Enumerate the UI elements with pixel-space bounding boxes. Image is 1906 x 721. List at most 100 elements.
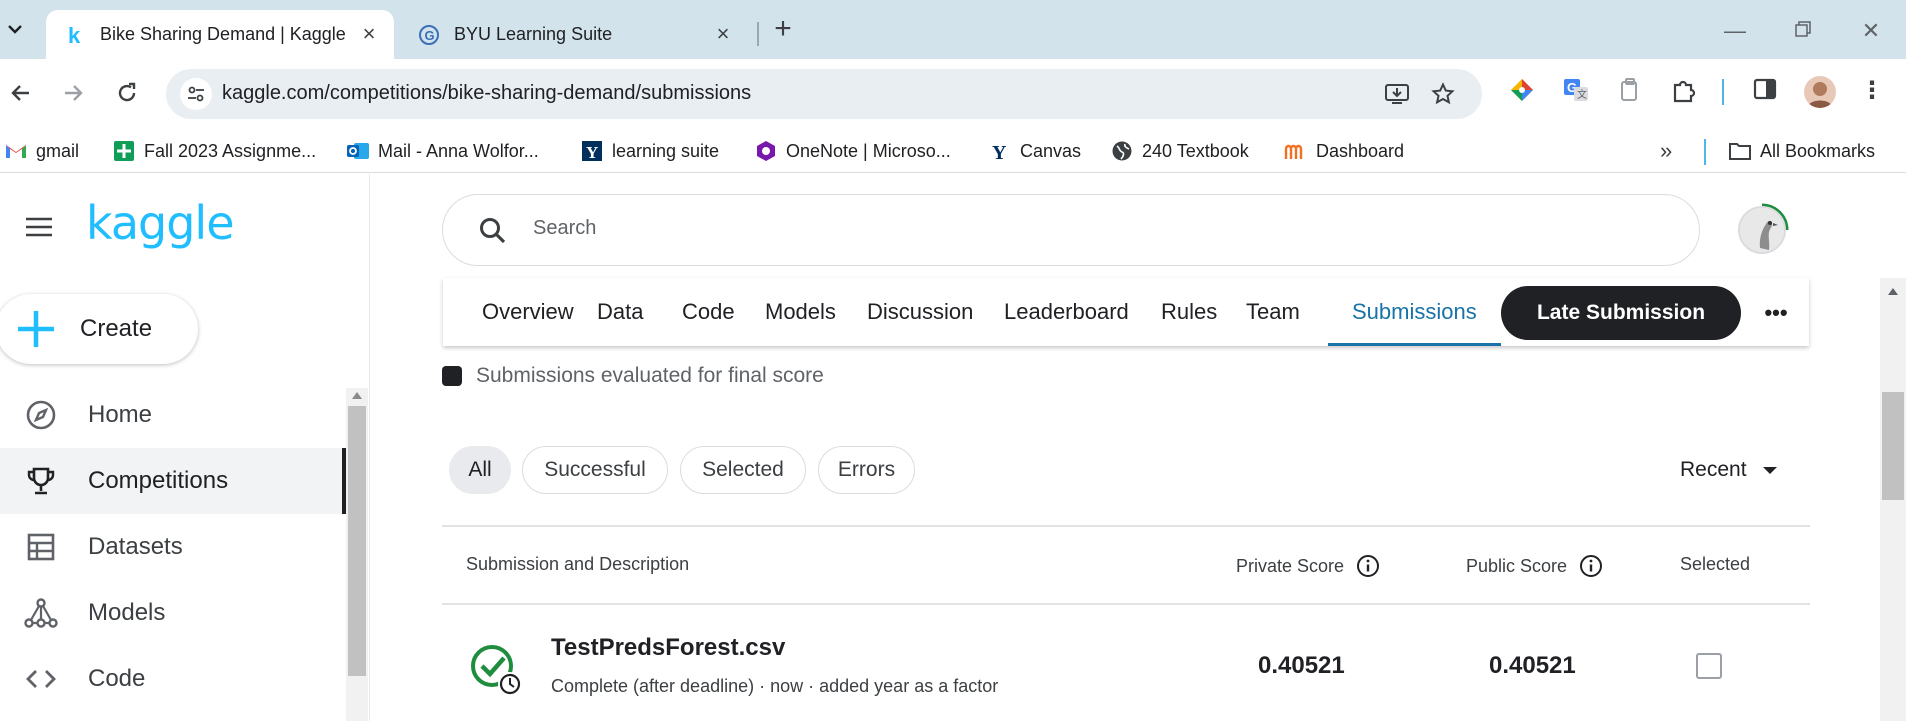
sidebar-item-competitions[interactable]: Competitions <box>0 448 346 514</box>
browser-tab-kaggle[interactable]: k Bike Sharing Demand | Kaggle × <box>46 10 394 59</box>
kaggle-logo[interactable]: kaggle <box>86 196 234 250</box>
svg-text:k: k <box>68 24 81 46</box>
user-avatar[interactable] <box>1738 206 1786 254</box>
reload-icon[interactable] <box>110 76 144 110</box>
address-bar[interactable]: kaggle.com/competitions/bike-sharing-dem… <box>166 69 1482 119</box>
tab-data[interactable]: Data <box>597 278 643 346</box>
search-bar[interactable]: Search <box>442 194 1700 266</box>
close-tab-icon[interactable]: × <box>358 23 380 45</box>
svg-text:G: G <box>425 28 435 43</box>
install-app-icon[interactable] <box>1384 81 1410 107</box>
plus-icon <box>18 311 54 347</box>
sidebar-scrollbar[interactable] <box>346 388 368 721</box>
final-score-legend: Submissions evaluated for final score <box>442 364 824 388</box>
header-private-score: Private Score <box>1236 554 1380 578</box>
scrollbar-thumb[interactable] <box>1882 392 1904 500</box>
svg-text:文: 文 <box>1577 88 1587 101</box>
bookmark-onenote[interactable]: OneNote | Microso... <box>754 137 951 165</box>
globe-icon <box>1110 139 1134 163</box>
compass-icon <box>24 398 58 432</box>
bookmark-outlook-mail[interactable]: Mail - Anna Wolfor... <box>346 137 539 165</box>
bookmark-240-textbook[interactable]: 240 Textbook <box>1110 137 1249 165</box>
profile-avatar-icon[interactable] <box>1804 76 1836 108</box>
new-tab-button[interactable]: + <box>768 14 798 44</box>
tab-discussion[interactable]: Discussion <box>867 278 973 346</box>
forward-icon[interactable] <box>56 76 90 110</box>
info-icon[interactable] <box>1579 554 1603 578</box>
back-icon[interactable] <box>4 76 38 110</box>
extensions-puzzle-icon[interactable] <box>1670 76 1700 106</box>
tab-team[interactable]: Team <box>1246 278 1300 346</box>
minimize-icon[interactable]: — <box>1720 16 1750 46</box>
more-options-icon[interactable]: ••• <box>1761 298 1791 328</box>
tab-title: BYU Learning Suite <box>454 24 613 44</box>
tab-models[interactable]: Models <box>765 278 836 346</box>
window-close-icon[interactable]: ✕ <box>1856 16 1886 46</box>
sidebar-item-home[interactable]: Home <box>0 382 346 448</box>
filter-successful[interactable]: Successful <box>522 446 668 494</box>
tab-title: Bike Sharing Demand | Kaggle <box>100 24 346 44</box>
restore-icon[interactable] <box>1788 16 1818 46</box>
tab-leaderboard[interactable]: Leaderboard <box>1004 278 1129 346</box>
side-panel-icon[interactable] <box>1752 76 1782 106</box>
folder-icon <box>1728 139 1752 163</box>
bookmark-star-icon[interactable] <box>1430 81 1456 107</box>
sort-dropdown[interactable]: Recent <box>1680 458 1777 482</box>
bookmark-fall-2023[interactable]: Fall 2023 Assignme... <box>112 137 316 165</box>
kaggle-sidebar: kaggle Create Home Competitions Datasets… <box>0 174 370 721</box>
scroll-up-arrow-icon[interactable] <box>352 392 362 399</box>
submission-description: Complete (after deadline) · now · added … <box>551 676 999 696</box>
filter-selected[interactable]: Selected <box>680 446 806 494</box>
tab-separator <box>757 22 759 46</box>
dashboard-m-icon <box>1284 139 1308 163</box>
sidebar-item-code[interactable]: Code <box>0 646 346 712</box>
tab-rules[interactable]: Rules <box>1161 278 1217 346</box>
search-icon <box>480 218 506 244</box>
tab-search-dropdown-icon[interactable] <box>4 18 26 40</box>
sidebar-item-models[interactable]: Models <box>0 580 346 646</box>
search-input[interactable]: Search <box>533 217 596 240</box>
complete-late-icon <box>471 645 522 696</box>
extension-pinned-icon[interactable] <box>1508 76 1538 106</box>
browser-menu-icon[interactable]: ⋮ <box>1860 76 1884 106</box>
scroll-up-arrow-icon[interactable] <box>1888 288 1898 295</box>
scrollbar-thumb[interactable] <box>348 406 366 676</box>
selected-checkbox[interactable] <box>1696 653 1722 679</box>
bookmarks-divider <box>1704 139 1706 165</box>
bookmark-dashboard[interactable]: Dashboard <box>1284 137 1404 165</box>
submission-filename[interactable]: TestPredsForest.csv <box>551 634 785 662</box>
browser-toolbar: kaggle.com/competitions/bike-sharing-dem… <box>0 59 1906 129</box>
all-bookmarks-button[interactable]: All Bookmarks <box>1728 137 1875 165</box>
tab-code[interactable]: Code <box>682 278 735 346</box>
close-tab-icon[interactable]: × <box>712 23 734 45</box>
browser-tab-learning-suite[interactable]: G BYU Learning Suite × <box>400 10 748 59</box>
outlook-icon <box>346 139 370 163</box>
site-info-icon[interactable] <box>180 78 212 110</box>
clipboard-extension-icon[interactable] <box>1616 76 1646 106</box>
learning-suite-icon: G <box>418 24 440 46</box>
table-icon <box>24 530 58 564</box>
tab-overview[interactable]: Overview <box>482 278 574 346</box>
bookmark-gmail[interactable]: gmail <box>4 137 79 165</box>
tab-submissions[interactable]: Submissions <box>1328 278 1501 346</box>
hamburger-menu-icon[interactable] <box>24 216 54 238</box>
sidebar-item-datasets[interactable]: Datasets <box>0 514 346 580</box>
filter-all[interactable]: All <box>449 446 511 494</box>
canvas-y-icon: Y <box>988 139 1012 163</box>
code-icon <box>24 662 58 696</box>
bookmark-learning-suite[interactable]: Y learning suite <box>580 137 719 165</box>
late-submission-button[interactable]: Late Submission <box>1501 286 1741 340</box>
filter-errors[interactable]: Errors <box>818 446 915 494</box>
main-scrollbar[interactable] <box>1880 278 1906 721</box>
bookmark-canvas[interactable]: Y Canvas <box>988 137 1081 165</box>
google-translate-icon[interactable]: G文 <box>1562 76 1592 106</box>
info-icon[interactable] <box>1356 554 1380 578</box>
header-submission: Submission and Description <box>466 554 690 574</box>
onenote-icon <box>754 139 778 163</box>
more-bookmarks-icon[interactable]: » <box>1660 137 1682 165</box>
create-button[interactable]: Create <box>0 294 198 364</box>
sheets-plus-icon <box>112 139 136 163</box>
header-public-score: Public Score <box>1466 554 1603 578</box>
divider <box>442 603 1810 605</box>
bookmarks-bar: gmail Fall 2023 Assignme... Mail - Anna … <box>0 129 1906 173</box>
